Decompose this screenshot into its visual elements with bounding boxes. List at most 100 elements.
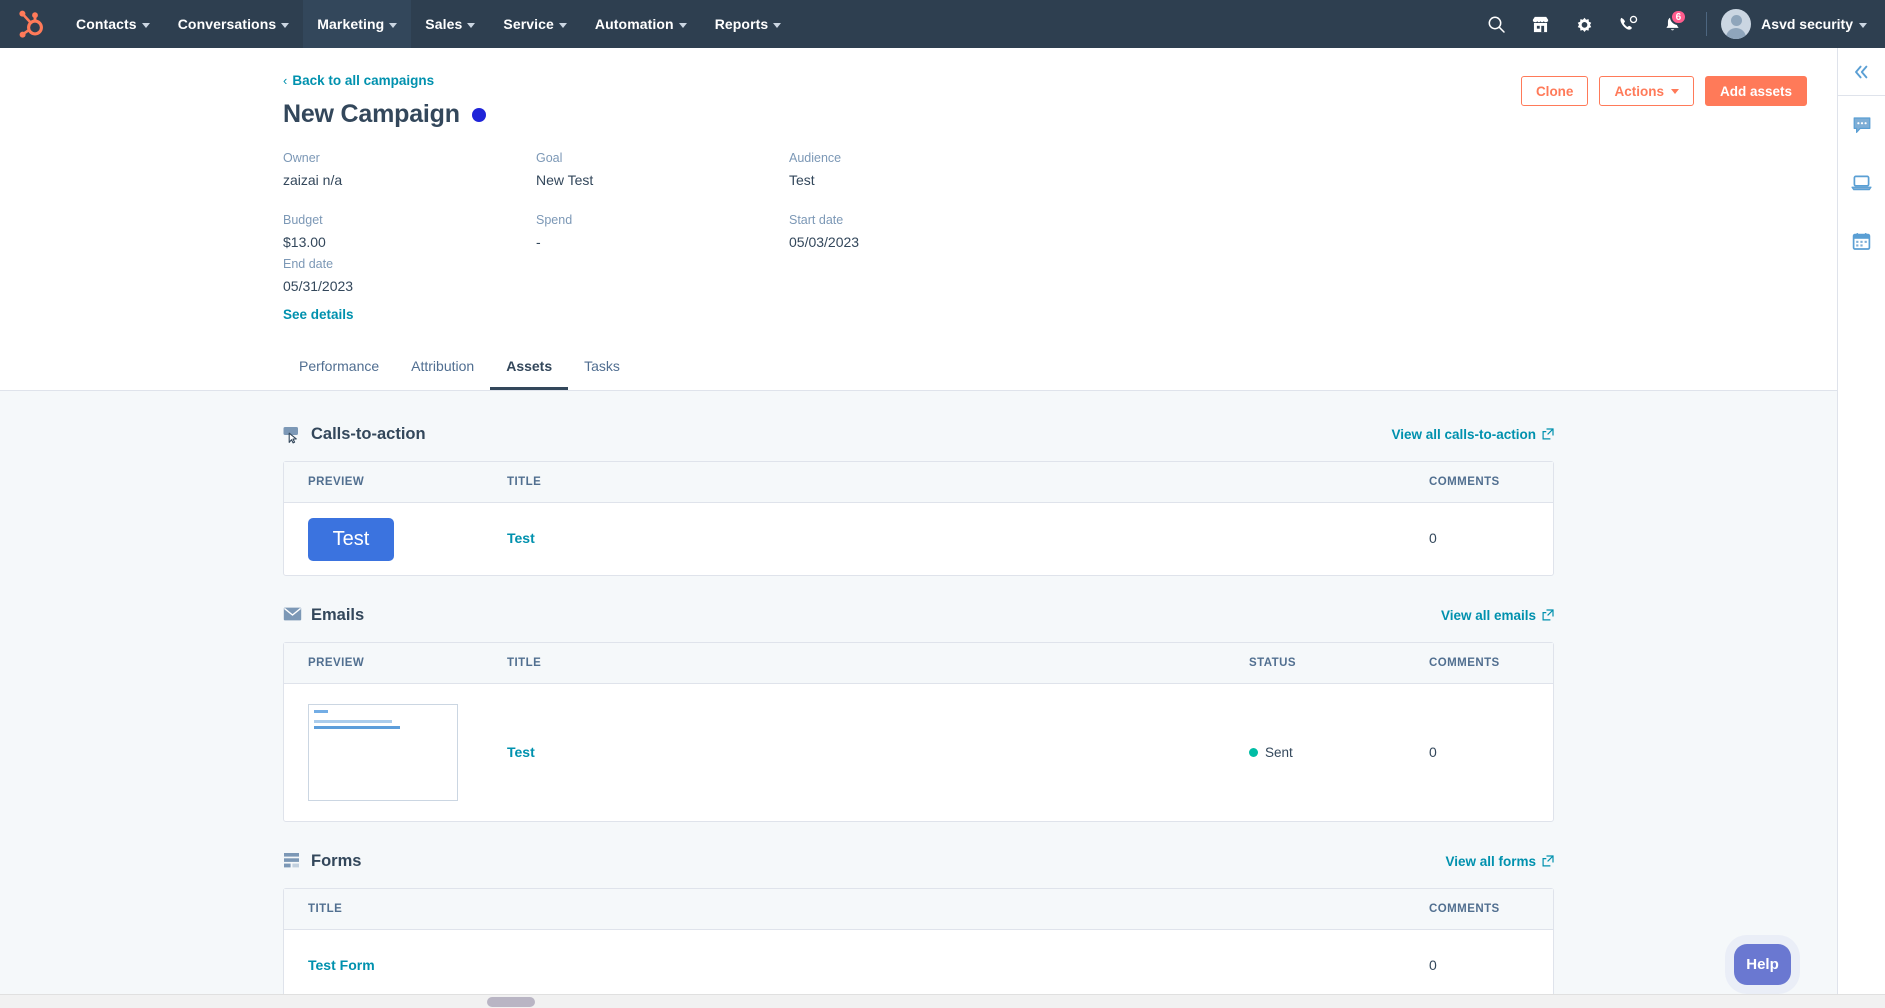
tab-performance[interactable]: Performance [283, 346, 395, 390]
clone-button-label: Clone [1535, 83, 1574, 99]
cta-thumbnail[interactable]: Test [308, 517, 394, 561]
add-assets-button[interactable]: Add assets [1704, 76, 1807, 106]
form-title-link[interactable]: Test Form [308, 957, 375, 973]
nav-divider [1706, 12, 1708, 36]
meta-value: zaizai n/a [283, 172, 343, 188]
settings-gear-icon-svg [1577, 17, 1591, 32]
nav-item-contacts[interactable]: Contacts [62, 0, 164, 48]
section-calls-to-action: Calls-to-action View all calls-to-action… [0, 417, 1837, 576]
cta-cursor-icon-svg [283, 426, 298, 443]
view-all-emails-link[interactable]: View all emails [1441, 608, 1554, 623]
tab-attribution[interactable]: Attribution [395, 346, 490, 390]
form-title-cell: Test Form [308, 957, 1429, 975]
nav-item-marketing[interactable]: Marketing [303, 0, 412, 48]
column-header-comments: COMMENTS [1429, 476, 1500, 488]
nav-item-reports[interactable]: Reports [701, 0, 796, 48]
view-all-calls-to-action-link[interactable]: View all calls-to-action [1391, 427, 1554, 442]
main-content-scroll-area: ‹ Back to all campaigns New Campaign Own… [0, 48, 1837, 1008]
notifications-bell-icon[interactable]: 6 [1652, 0, 1692, 48]
nav-item-conversations[interactable]: Conversations [164, 0, 304, 48]
search-icon[interactable] [1476, 0, 1516, 48]
email-title-link[interactable]: Test [507, 744, 535, 760]
column-header-preview: PREVIEW [308, 657, 365, 669]
table-header-row: PREVIEW TITLE COMMENTS [284, 462, 1553, 503]
external-link-icon [1542, 855, 1554, 867]
search-icon-svg [1488, 16, 1505, 33]
chat-bubble-icon-svg [1853, 116, 1870, 133]
section-emails: Emails View all emails PREVIEW TITLE STA… [0, 598, 1837, 822]
nav-item-service[interactable]: Service [489, 0, 581, 48]
calendar-icon[interactable] [1838, 212, 1885, 270]
cta-comments-cell: 0 [1429, 530, 1529, 548]
horizontal-scrollbar-thumb[interactable] [487, 997, 535, 1007]
meta-value: $13.00 [283, 234, 326, 250]
section-title: Emails [311, 605, 365, 624]
tab-assets[interactable]: Assets [490, 346, 569, 390]
email-preview-cell [308, 704, 507, 801]
email-thumbnail[interactable] [308, 704, 458, 801]
meta-label: Goal [536, 151, 563, 165]
view-all-forms-link[interactable]: View all forms [1445, 854, 1554, 869]
calling-phone-icon[interactable] [1608, 0, 1648, 48]
collapse-sidebar-button[interactable] [1838, 48, 1885, 96]
caret-down-icon [1670, 88, 1679, 94]
meta-label: End date [283, 257, 334, 271]
form-list-icon [283, 852, 302, 871]
back-to-all-campaigns-link[interactable]: ‹ Back to all campaigns [283, 73, 434, 88]
email-status-cell: Sent [1249, 744, 1429, 762]
nav-item-automation[interactable]: Automation [581, 0, 701, 48]
nav-right-actions: 6 Asvd security [1476, 0, 1885, 48]
cta-title-cell: Test [507, 530, 1429, 548]
see-details-link[interactable]: See details [283, 307, 354, 322]
chevron-down-icon [1859, 22, 1867, 28]
section-title: Calls-to-action [311, 424, 426, 443]
chevron-down-icon [281, 22, 290, 28]
emails-table: PREVIEW TITLE STATUS COMMENTS Test Sent … [283, 642, 1554, 822]
meta-value: 05/31/2023 [283, 278, 354, 294]
avatar-body [1726, 28, 1747, 39]
cta-title-link[interactable]: Test [507, 530, 535, 546]
marketplace-icon[interactable] [1520, 0, 1560, 48]
status-label: Sent [1265, 744, 1293, 760]
column-header-comments: COMMENTS [1429, 903, 1500, 915]
avatar-head [1730, 15, 1742, 26]
add-assets-button-label: Add assets [1719, 83, 1792, 99]
form-comments-count: 0 [1429, 957, 1437, 973]
external-link-icon [1542, 428, 1554, 440]
actions-dropdown-button[interactable]: Actions [1599, 76, 1694, 106]
column-header-status: STATUS [1249, 657, 1296, 669]
column-header-comments: COMMENTS [1429, 657, 1500, 669]
clone-button[interactable]: Clone [1520, 76, 1589, 106]
nav-item-label: Contacts [76, 16, 137, 32]
meta-label: Audience [789, 151, 842, 165]
page-body: ‹ Back to all campaigns New Campaign Own… [0, 48, 1885, 1008]
chat-bubble-icon[interactable] [1838, 96, 1885, 154]
hubspot-sprocket-logo[interactable] [0, 0, 62, 48]
account-menu[interactable]: Asvd security [1721, 9, 1867, 39]
meta-cell-start-date: Start date 05/03/2023 [789, 209, 1807, 297]
chevron-left-icon: ‹ [283, 73, 288, 88]
meta-cell-goal: Goal New Test [536, 147, 789, 209]
meta-cell-spend: Spend - [536, 209, 789, 297]
meta-label: Budget [283, 213, 323, 227]
column-header-preview: PREVIEW [308, 476, 365, 488]
view-all-label: View all calls-to-action [1391, 426, 1536, 442]
back-link-label: Back to all campaigns [292, 73, 435, 88]
table-header-row: PREVIEW TITLE STATUS COMMENTS [284, 643, 1553, 684]
horizontal-scrollbar[interactable] [0, 994, 1885, 1008]
help-button[interactable]: Help [1734, 944, 1791, 985]
nav-item-label: Automation [594, 16, 674, 32]
form-comments-cell: 0 [1429, 957, 1529, 975]
settings-gear-icon[interactable] [1564, 0, 1604, 48]
meta-value: 05/03/2023 [789, 234, 860, 250]
email-title-cell: Test [507, 744, 1249, 762]
thumb-line [314, 710, 328, 713]
cta-cursor-icon [283, 425, 302, 444]
meta-cell-owner: Owner zaizai n/a [283, 147, 536, 209]
view-all-label: View all forms [1445, 853, 1536, 869]
nav-item-sales[interactable]: Sales [411, 0, 489, 48]
laptop-icon[interactable] [1838, 154, 1885, 212]
tab-tasks[interactable]: Tasks [568, 346, 636, 390]
campaign-tabs: Performance Attribution Assets Tasks [0, 346, 1837, 390]
meta-label: Start date [789, 213, 844, 227]
